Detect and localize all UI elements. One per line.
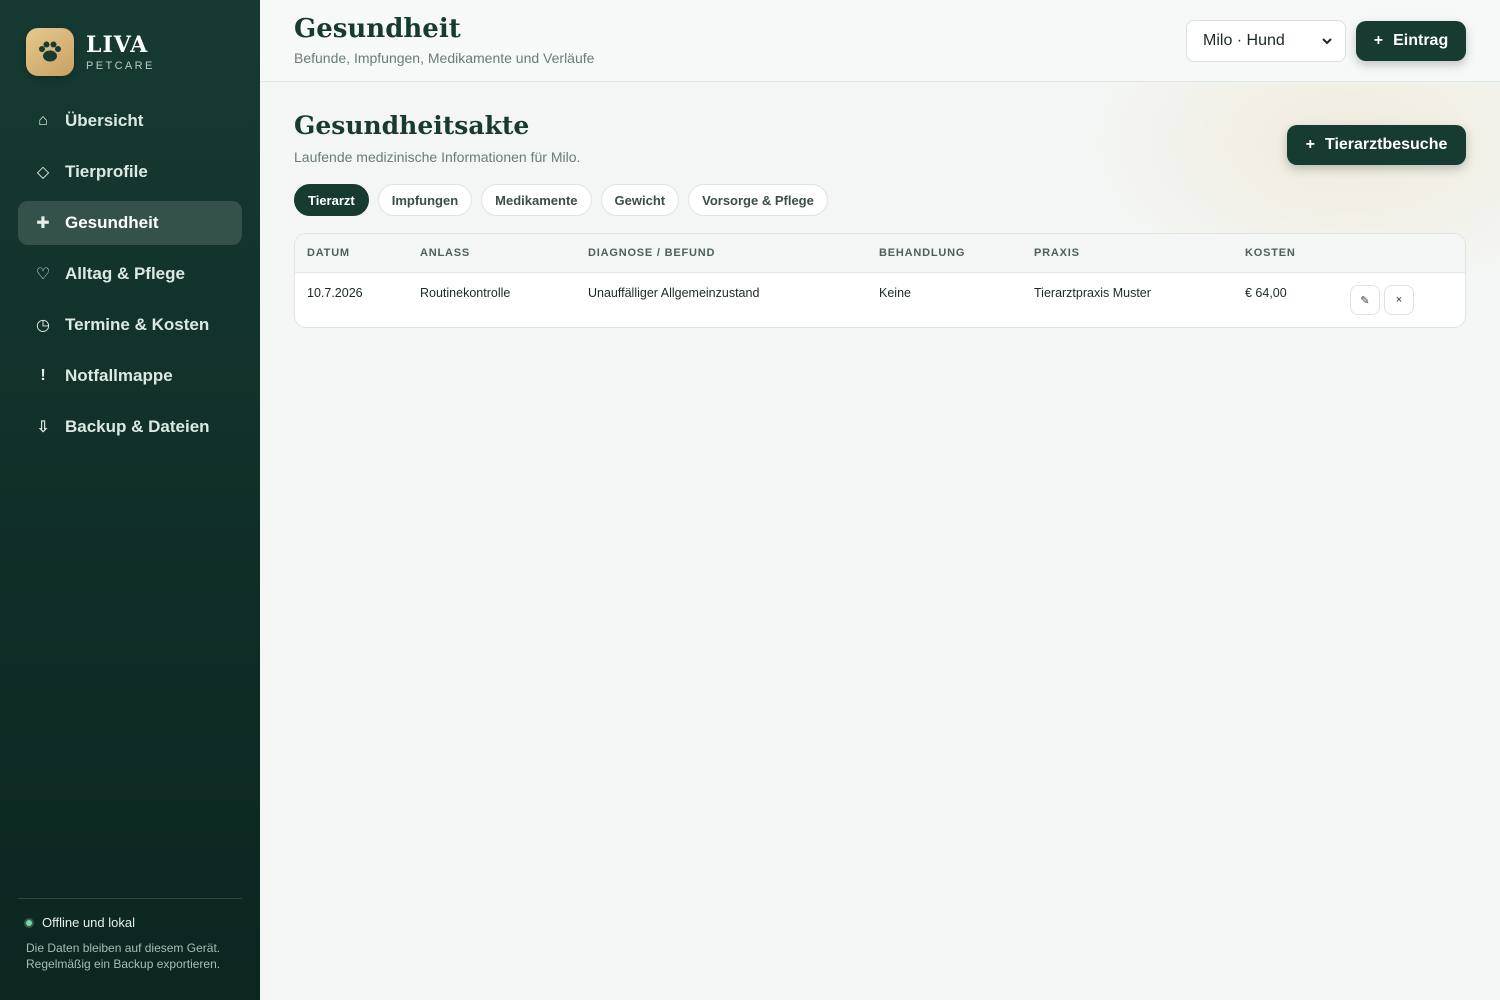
tab-tierarzt[interactable]: Tierarzt (294, 184, 369, 216)
cross-icon: ✚ (36, 215, 50, 232)
paw-logo-icon (26, 28, 74, 76)
table-row[interactable]: 10.7.2026 Routinekontrolle Unauffälliger… (295, 273, 1465, 327)
cell-anlass: Routinekontrolle (420, 286, 511, 300)
sidebar: LIVA PETCARE ⌂ Übersicht ◇ Tierprofile ✚… (0, 0, 260, 1000)
brand[interactable]: LIVA PETCARE (26, 28, 155, 76)
sidebar-item-label: Tierprofile (65, 162, 148, 181)
pet-select[interactable]: Milo · Hund (1186, 20, 1346, 62)
add-entry-label: Eintrag (1393, 32, 1449, 49)
status-dot-icon (24, 917, 34, 928)
plus-icon: + (1305, 136, 1315, 153)
sidebar-item-backup-dateien[interactable]: ⇩ Backup & Dateien (18, 405, 242, 449)
cell-behandlung: Keine (879, 286, 911, 300)
pet-select-value: Milo · Hund (1203, 32, 1285, 49)
cell-praxis: Tierarztpraxis Muster (1034, 286, 1151, 300)
add-vet-visit-button[interactable]: + Tierarztbesuche (1287, 125, 1466, 165)
column-header-anlass[interactable]: ANLASS (420, 247, 470, 259)
offline-status: Offline und lokal (18, 915, 242, 930)
section-subtitle: Laufende medizinische Informationen für … (294, 149, 581, 165)
heart-icon: ♡ (35, 266, 51, 283)
add-entry-button[interactable]: + Eintrag (1356, 21, 1466, 61)
close-icon: × (1395, 294, 1403, 306)
sidebar-item-label: Übersicht (65, 111, 144, 130)
cell-diagnose: Unauffälliger Allgemeinzustand (588, 286, 760, 300)
page-title: Gesundheit (294, 14, 461, 44)
sidebar-item-label: Gesundheit (65, 213, 159, 232)
pencil-icon: ✎ (1360, 294, 1370, 307)
sidebar-item-label: Termine & Kosten (65, 315, 210, 334)
health-tabs: Tierarzt Impfungen Medikamente Gewicht V… (294, 184, 837, 216)
sidebar-item-alltag-pflege[interactable]: ♡ Alltag & Pflege (18, 252, 242, 296)
sidebar-item-termine-kosten[interactable]: ◷ Termine & Kosten (18, 303, 242, 347)
sidebar-footer: Offline und lokal Die Daten bleiben auf … (18, 898, 242, 972)
table-header: DATUM ANLASS DIAGNOSE / BEFUND BEHANDLUN… (295, 234, 1465, 273)
brand-name: LIVA (86, 32, 149, 58)
download-icon: ⇩ (36, 419, 50, 436)
sidebar-item-notfallmappe[interactable]: ! Notfallmappe (18, 354, 242, 398)
cell-kosten: € 64,00 (1245, 286, 1287, 300)
status-note: Die Daten bleiben auf diesem Gerät. Rege… (26, 941, 221, 971)
plus-icon: + (1373, 32, 1384, 49)
home-icon: ⌂ (38, 112, 48, 129)
chevron-down-icon (1321, 33, 1333, 54)
tab-vorsorge-pflege[interactable]: Vorsorge & Pflege (688, 184, 828, 216)
column-header-diagnose[interactable]: DIAGNOSE / BEFUND (588, 247, 715, 259)
sidebar-item-gesundheit[interactable]: ✚ Gesundheit (18, 201, 242, 245)
diamond-icon: ◇ (36, 164, 50, 181)
sidebar-item-label: Backup & Dateien (65, 417, 210, 436)
column-header-kosten[interactable]: KOSTEN (1245, 247, 1296, 259)
column-header-datum[interactable]: DATUM (307, 247, 350, 259)
column-header-behandlung[interactable]: BEHANDLUNG (879, 247, 965, 259)
section-title: Gesundheitsakte (294, 111, 530, 140)
page-subtitle: Befunde, Impfungen, Medikamente und Verl… (294, 50, 595, 66)
clock-icon: ◷ (36, 317, 50, 334)
cell-datum: 10.7.2026 (307, 286, 363, 300)
page-header: Gesundheit Befunde, Impfungen, Medikamen… (260, 0, 1500, 82)
edit-button[interactable]: ✎ (1350, 285, 1380, 315)
vet-visits-table: DATUM ANLASS DIAGNOSE / BEFUND BEHANDLUN… (294, 233, 1466, 328)
add-vet-visit-label: Tierarztbesuche (1324, 136, 1448, 153)
sidebar-item-tierprofile[interactable]: ◇ Tierprofile (18, 150, 242, 194)
exclamation-icon: ! (40, 367, 46, 384)
status-label: Offline und lokal (42, 915, 135, 930)
sidebar-item-uebersicht[interactable]: ⌂ Übersicht (18, 99, 242, 143)
tab-gewicht[interactable]: Gewicht (600, 184, 680, 216)
main-content: Gesundheitsakte Laufende medizinische In… (260, 83, 1500, 1000)
tab-medikamente[interactable]: Medikamente (481, 184, 592, 216)
column-header-praxis[interactable]: PRAXIS (1034, 247, 1080, 259)
sidebar-nav: ⌂ Übersicht ◇ Tierprofile ✚ Gesundheit ♡… (18, 99, 242, 456)
sidebar-item-label: Notfallmappe (65, 366, 173, 385)
brand-subtitle: PETCARE (86, 60, 155, 72)
tab-impfungen[interactable]: Impfungen (377, 184, 473, 216)
sidebar-item-label: Alltag & Pflege (65, 264, 185, 283)
delete-button[interactable]: × (1384, 285, 1414, 315)
